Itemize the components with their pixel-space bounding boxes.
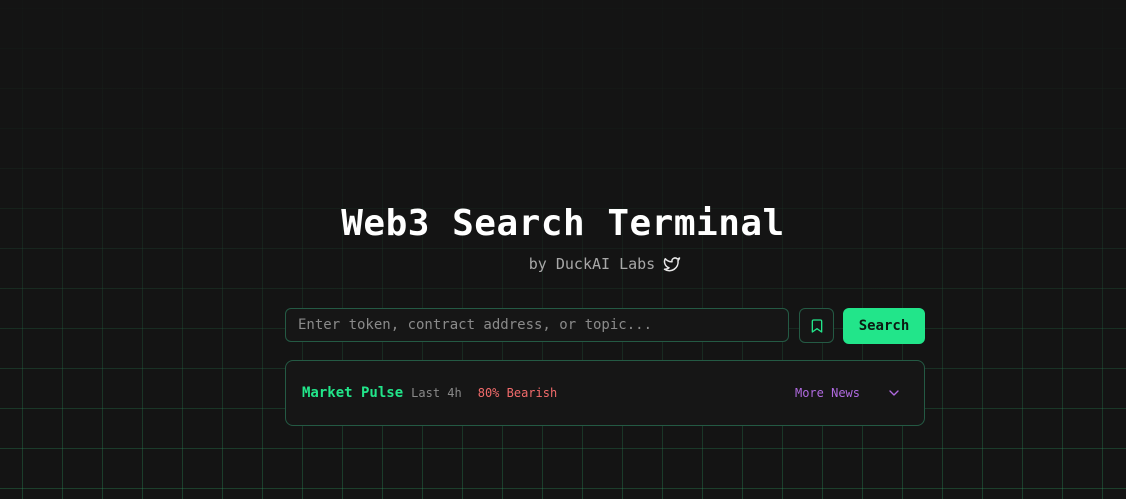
search-input[interactable] xyxy=(285,308,789,342)
byline-text: by DuckAI Labs xyxy=(528,255,656,273)
search-button[interactable]: Search xyxy=(843,308,925,344)
market-pulse-title: Market Pulse xyxy=(302,385,404,401)
bookmark-icon xyxy=(809,318,825,334)
twitter-bird-icon[interactable] xyxy=(663,255,681,273)
page: Web3 Search Terminal by DuckAI Labs Sear… xyxy=(0,0,1126,499)
market-pulse-card: Market Pulse Last 4h 80% Bearish More Ne… xyxy=(285,360,925,426)
byline: by DuckAI Labs xyxy=(0,252,1126,276)
chevron-down-icon[interactable] xyxy=(886,385,902,401)
bookmark-button[interactable] xyxy=(799,308,834,343)
sentiment-badge: 80% Bearish xyxy=(477,386,558,400)
time-range-label: Last 4h xyxy=(411,386,462,400)
page-title: Web3 Search Terminal xyxy=(341,203,785,244)
more-news-link[interactable]: More News xyxy=(795,386,860,400)
